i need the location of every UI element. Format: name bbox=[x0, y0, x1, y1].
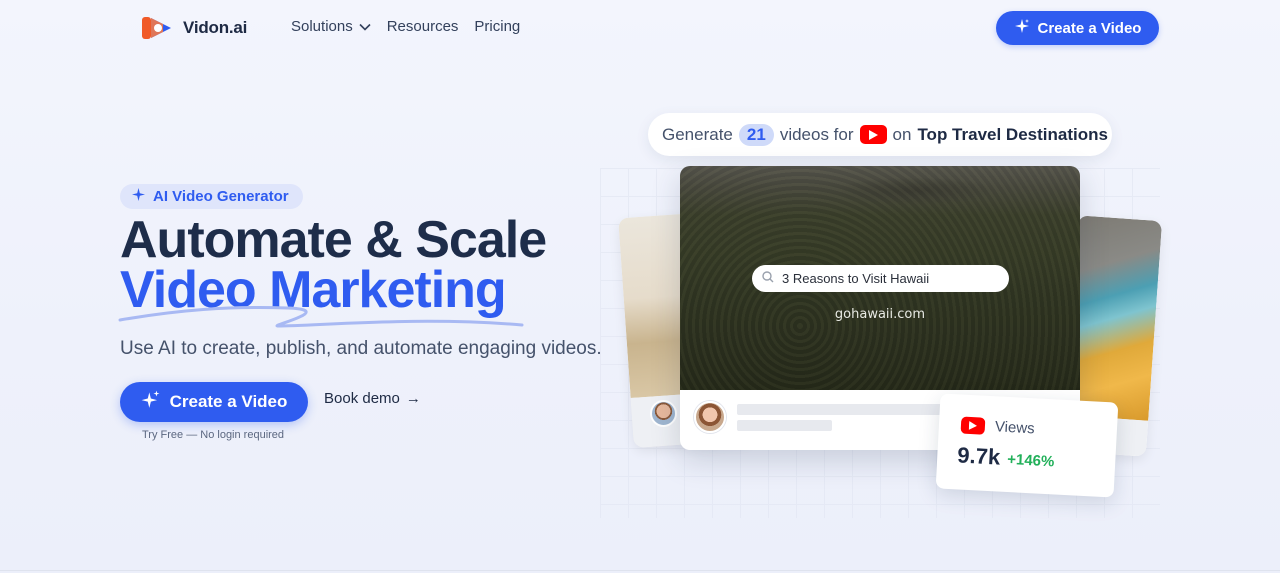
search-icon bbox=[762, 271, 774, 286]
sparkle-icon bbox=[132, 188, 145, 205]
video-search-box: 3 Reasons to Visit Hawaii bbox=[752, 265, 1009, 292]
generate-prompt-pill: Generate 21 videos for on Top Travel Des… bbox=[648, 113, 1112, 156]
hero-create-video-button[interactable]: Create a Video bbox=[120, 382, 308, 422]
underline-squiggle bbox=[118, 306, 524, 328]
youtube-icon bbox=[960, 416, 986, 435]
video-count-chip: 21 bbox=[738, 123, 774, 146]
nav-item-solutions[interactable]: Solutions bbox=[291, 18, 371, 35]
views-delta: +146% bbox=[1006, 450, 1055, 471]
avatar bbox=[650, 400, 677, 427]
prompt-on: on bbox=[892, 124, 912, 144]
nav-item-label: Solutions bbox=[291, 18, 353, 35]
views-label: Views bbox=[994, 418, 1036, 438]
try-free-note: Try Free — No login required bbox=[142, 429, 285, 441]
avatar bbox=[694, 401, 726, 433]
nav-item-pricing[interactable]: Pricing bbox=[474, 18, 520, 35]
title-placeholder bbox=[737, 404, 942, 415]
subtitle-placeholder bbox=[737, 420, 832, 431]
nav-item-resources[interactable]: Resources bbox=[387, 18, 459, 35]
hero-subtitle: Use AI to create, publish, and automate … bbox=[120, 338, 602, 359]
book-demo-label: Book demo bbox=[324, 390, 400, 407]
youtube-icon bbox=[859, 125, 887, 144]
ai-badge: AI Video Generator bbox=[120, 184, 303, 209]
views-stats-card: Views 9.7k +146% bbox=[935, 393, 1119, 498]
top-nav: Vidon.ai Solutions Resources Pricing Cre… bbox=[0, 0, 1280, 56]
badge-label: AI Video Generator bbox=[153, 188, 289, 205]
video-domain: gohawaii.com bbox=[834, 307, 926, 322]
logo[interactable]: Vidon.ai bbox=[141, 14, 247, 42]
prompt-topic: Top Travel Destinations bbox=[917, 124, 1108, 144]
nav-links: Solutions Resources Pricing bbox=[291, 18, 520, 35]
search-text: 3 Reasons to Visit Hawaii bbox=[782, 271, 930, 286]
arrow-right-icon: → bbox=[405, 390, 421, 407]
divider bbox=[0, 570, 1280, 571]
prompt-prefix: Generate bbox=[662, 124, 733, 144]
sparkle-icon bbox=[1014, 18, 1030, 38]
book-demo-link[interactable]: Book demo → bbox=[324, 390, 421, 407]
sparkle-icon bbox=[141, 390, 160, 414]
views-value: 9.7k bbox=[956, 442, 1001, 470]
hero-cta-label: Create a Video bbox=[169, 392, 288, 411]
nav-create-video-button[interactable]: Create a Video bbox=[996, 11, 1159, 45]
logo-mark-icon bbox=[141, 14, 175, 42]
prompt-middle: videos for bbox=[779, 124, 854, 144]
brand-name: Vidon.ai bbox=[183, 18, 248, 37]
nav-cta-label: Create a Video bbox=[1037, 19, 1142, 37]
chevron-down-icon bbox=[359, 18, 371, 35]
